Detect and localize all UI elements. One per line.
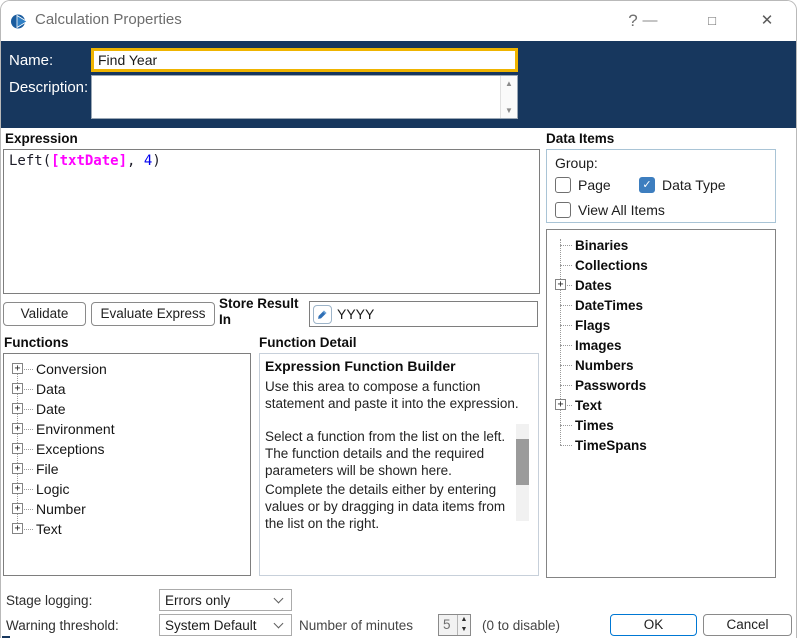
title-bar: Calculation Properties ? — □ ✕ [1, 1, 796, 41]
expression-section-label: Expression [5, 131, 78, 146]
description-scrollbar[interactable]: ▲ ▼ [500, 76, 517, 118]
page-checkbox-row[interactable]: Page [555, 177, 611, 193]
expand-icon[interactable] [12, 463, 23, 474]
expand-icon[interactable] [12, 523, 23, 534]
chevron-down-icon [273, 593, 284, 603]
function-detail-paragraph: Complete the details either by entering … [265, 482, 506, 531]
tree-item-numbers[interactable]: Numbers [547, 355, 775, 375]
function-detail-heading: Expression Function Builder [265, 358, 456, 374]
disable-hint-label: (0 to disable) [482, 618, 561, 633]
data-item-chip [313, 304, 332, 324]
number-of-minutes-label: Number of minutes [299, 618, 414, 633]
name-label: Name: [9, 52, 54, 69]
expand-icon[interactable] [12, 423, 23, 434]
tree-item-logic[interactable]: Logic [4, 479, 250, 499]
tree-item-file[interactable]: File [4, 459, 250, 479]
expand-icon[interactable] [12, 503, 23, 514]
stage-logging-label: Stage logging: [6, 593, 93, 608]
expression-text: , [127, 153, 144, 169]
tree-item-text[interactable]: Text [547, 395, 775, 415]
expand-icon[interactable] [12, 483, 23, 494]
tree-item-timespans[interactable]: TimeSpans [547, 435, 775, 455]
description-label: Description: [9, 79, 89, 96]
expand-icon[interactable] [555, 279, 566, 290]
tree-item-conversion[interactable]: Conversion [4, 359, 250, 379]
function-detail-paragraph: Select a function from the list on the l… [265, 429, 506, 478]
validate-button[interactable]: Validate [3, 302, 86, 326]
scroll-up-icon[interactable]: ▲ [501, 79, 517, 88]
function-detail-panel: Expression Function Builder Use this are… [259, 353, 539, 576]
data-type-checkbox[interactable] [639, 177, 655, 193]
expand-icon[interactable] [12, 403, 23, 414]
function-detail-paragraph: Use this area to compose a function stat… [265, 379, 519, 411]
name-input[interactable] [91, 48, 518, 72]
tree-item-datetimes[interactable]: DateTimes [547, 295, 775, 315]
expand-icon[interactable] [555, 399, 566, 410]
calculation-properties-dialog: Calculation Properties ? — □ ✕ Name: Des… [0, 0, 797, 638]
tree-item-exceptions[interactable]: Exceptions [4, 439, 250, 459]
tree-item-images[interactable]: Images [547, 335, 775, 355]
functions-tree[interactable]: Conversion Data Date Environment Excepti… [3, 353, 251, 576]
expression-text: Left( [9, 153, 52, 169]
expand-icon[interactable] [12, 363, 23, 374]
functions-section-label: Functions [4, 335, 69, 350]
tree-item-binaries[interactable]: Binaries [547, 235, 775, 255]
tree-item-dates[interactable]: Dates [547, 275, 775, 295]
maximize-icon[interactable]: □ [699, 9, 725, 33]
cancel-button[interactable]: Cancel [703, 614, 792, 636]
view-all-items-checkbox-row[interactable]: View All Items [555, 202, 665, 218]
view-all-items-checkbox[interactable] [555, 202, 571, 218]
close-icon[interactable]: ✕ [754, 9, 780, 33]
description-textarea[interactable]: ▲ ▼ [91, 75, 518, 119]
group-label: Group: [555, 155, 598, 171]
expression-editor[interactable]: Left([txtDate], 4) [3, 149, 540, 294]
store-result-in-label: Store Result In [219, 296, 299, 327]
data-type-checkbox-row[interactable]: Data Type [639, 177, 726, 193]
store-result-value: YYYY [337, 306, 375, 322]
warning-threshold-dropdown[interactable]: System Default [159, 614, 292, 636]
expression-data-item-ref: [txtDate] [51, 153, 128, 169]
tree-item-flags[interactable]: Flags [547, 315, 775, 335]
main-area: Expression Left([txtDate], 4) Validate E… [1, 128, 796, 638]
store-result-field[interactable]: YYYY [309, 301, 538, 327]
window-title: Calculation Properties [35, 11, 182, 28]
stage-logging-dropdown[interactable]: Errors only [159, 589, 292, 611]
expression-text: ) [152, 153, 161, 169]
tree-item-text[interactable]: Text [4, 519, 250, 539]
tree-item-passwords[interactable]: Passwords [547, 375, 775, 395]
scrollbar-thumb[interactable] [516, 439, 529, 485]
calculation-stage-icon [11, 14, 28, 29]
evaluate-expression-button[interactable]: Evaluate Express [91, 302, 215, 326]
tree-item-environment[interactable]: Environment [4, 419, 250, 439]
ok-button[interactable]: OK [610, 614, 697, 636]
data-items-section-label: Data Items [546, 131, 615, 146]
step-down-icon[interactable]: ▼ [458, 625, 470, 635]
minutes-value: 5 [443, 617, 451, 632]
step-up-icon[interactable]: ▲ [458, 615, 470, 625]
function-detail-scrollbar[interactable] [516, 424, 529, 521]
scroll-down-icon[interactable]: ▼ [501, 106, 517, 115]
page-checkbox[interactable] [555, 177, 571, 193]
tree-item-times[interactable]: Times [547, 415, 775, 435]
tree-item-collections[interactable]: Collections [547, 255, 775, 275]
chevron-down-icon [273, 618, 284, 628]
minimize-icon[interactable]: — [637, 9, 663, 33]
expand-icon[interactable] [12, 383, 23, 394]
header-band: Name: Description: ▲ ▼ [1, 41, 796, 128]
pencil-icon [318, 310, 327, 319]
tree-item-date[interactable]: Date [4, 399, 250, 419]
tree-item-number[interactable]: Number [4, 499, 250, 519]
warning-threshold-label: Warning threshold: [6, 618, 119, 633]
data-items-tree[interactable]: Binaries Collections Dates DateTimes Fla… [546, 229, 776, 578]
data-items-group-box: Group: Page Data Type View All Items [546, 149, 776, 223]
function-detail-section-label: Function Detail [259, 335, 357, 350]
expand-icon[interactable] [12, 443, 23, 454]
minutes-stepper[interactable]: 5 ▲ ▼ [438, 614, 471, 636]
tree-item-data[interactable]: Data [4, 379, 250, 399]
stepper-arrows[interactable]: ▲ ▼ [457, 615, 470, 635]
